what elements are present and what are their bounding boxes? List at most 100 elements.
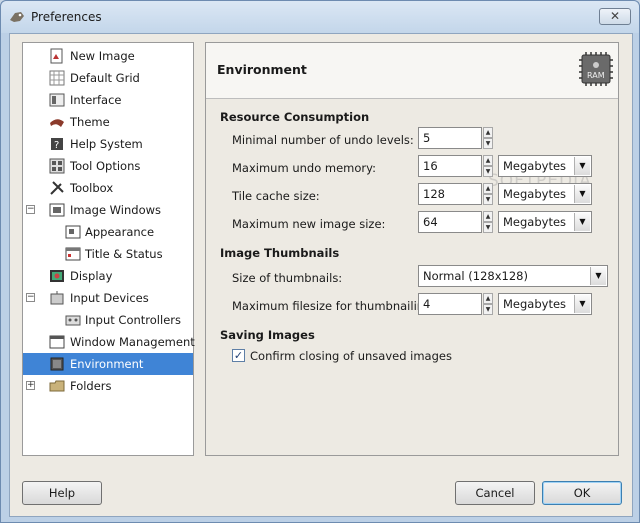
folders-icon xyxy=(49,380,65,392)
thumbnail-filesize-unit-select[interactable]: Megabytes ▼ xyxy=(498,293,592,315)
sidebar-item-new-image[interactable]: New Image xyxy=(23,45,193,67)
confirm-closing-label[interactable]: Confirm closing of unsaved images xyxy=(250,349,452,363)
sidebar-item-label: Environment xyxy=(70,357,144,371)
panel-header: Environment RAM xyxy=(206,43,618,99)
tile-cache-unit-select[interactable]: Megabytes ▼ xyxy=(498,183,592,205)
preferences-window: Preferences ✕ New Image Default Grid Int… xyxy=(0,0,640,523)
tile-cache-input[interactable]: 128 xyxy=(418,183,482,205)
thumbnail-size-label: Size of thumbnails: xyxy=(232,271,343,285)
confirm-closing-checkbox[interactable]: ✓ xyxy=(232,349,245,362)
toolbox-icon xyxy=(50,181,64,195)
sidebar-item-input-controllers[interactable]: Input Controllers xyxy=(23,309,193,331)
ram-chip-icon: RAM xyxy=(579,52,613,86)
undo-memory-input[interactable]: 16 xyxy=(418,155,482,177)
chevron-down-icon: ▼ xyxy=(590,267,606,285)
page-title: Environment xyxy=(217,62,307,77)
input-devices-icon xyxy=(50,291,64,305)
tile-cache-label: Tile cache size: xyxy=(232,189,320,203)
ok-button[interactable]: OK xyxy=(542,481,622,505)
sidebar-item-folders[interactable]: + Folders xyxy=(23,375,193,397)
sidebar-item-label: New Image xyxy=(70,49,135,63)
select-value: Megabytes xyxy=(503,159,567,173)
thumbnail-filesize-input[interactable]: 4 xyxy=(418,293,482,315)
new-image-size-input[interactable]: 64 xyxy=(418,211,482,233)
sidebar-item-interface[interactable]: Interface xyxy=(23,89,193,111)
sidebar-item-appearance[interactable]: Appearance xyxy=(23,221,193,243)
expand-toggle[interactable]: + xyxy=(26,381,35,390)
title-bar: Preferences ✕ xyxy=(1,1,639,33)
new-image-size-spinner[interactable]: 64 ▲ ▼ xyxy=(418,211,494,233)
undo-memory-unit-select[interactable]: Megabytes ▼ xyxy=(498,155,592,177)
increment-arrow-icon[interactable]: ▲ xyxy=(483,127,493,138)
thumbnail-filesize-label: Maximum filesize for thumbnailing: xyxy=(232,299,436,313)
image-windows-icon xyxy=(49,203,65,217)
chevron-down-icon: ▼ xyxy=(574,185,590,203)
theme-icon xyxy=(50,119,64,127)
chevron-down-icon: ▼ xyxy=(574,213,590,231)
undo-levels-input[interactable]: 5 xyxy=(418,127,482,149)
new-image-size-unit-select[interactable]: Megabytes ▼ xyxy=(498,211,592,233)
sidebar-item-label: Title & Status xyxy=(85,247,163,261)
sidebar-item-label: Tool Options xyxy=(70,159,141,173)
decrement-arrow-icon[interactable]: ▼ xyxy=(483,304,493,315)
sidebar-item-environment[interactable]: Environment xyxy=(23,353,193,375)
sidebar-item-label: Appearance xyxy=(85,225,155,239)
chevron-down-icon: ▼ xyxy=(574,157,590,175)
decrement-arrow-icon[interactable]: ▼ xyxy=(483,138,493,149)
tool-options-icon xyxy=(49,158,65,174)
collapse-toggle[interactable]: − xyxy=(26,293,35,302)
window-management-icon xyxy=(49,335,65,349)
increment-arrow-icon[interactable]: ▲ xyxy=(483,211,493,222)
sidebar-item-label: Display xyxy=(70,269,113,283)
input-controllers-icon xyxy=(65,315,81,326)
section-title: Image Thumbnails xyxy=(220,246,340,260)
increment-arrow-icon[interactable]: ▲ xyxy=(483,293,493,304)
sidebar-item-label: Interface xyxy=(70,93,122,107)
display-icon xyxy=(50,270,64,282)
sidebar-item-label: Default Grid xyxy=(70,71,140,85)
tile-cache-spinner[interactable]: 128 ▲ ▼ xyxy=(418,183,494,205)
new-image-icon xyxy=(50,48,63,64)
increment-arrow-icon[interactable]: ▲ xyxy=(483,155,493,166)
cancel-button[interactable]: Cancel xyxy=(455,481,535,505)
settings-panel: Environment RAM SOFTPEDIA Resource Consu… xyxy=(205,42,619,456)
select-value: Normal (128x128) xyxy=(423,269,528,283)
sidebar-item-window-management[interactable]: Window Management xyxy=(23,331,195,353)
appearance-icon xyxy=(65,225,81,239)
undo-memory-label: Maximum undo memory: xyxy=(232,161,376,175)
svg-text:RAM: RAM xyxy=(587,71,605,80)
collapse-toggle[interactable]: − xyxy=(26,205,35,214)
sidebar-item-label: Help System xyxy=(70,137,143,151)
sidebar-item-help-system[interactable]: ? Help System xyxy=(23,133,193,155)
section-title: Saving Images xyxy=(220,328,315,342)
undo-levels-label: Minimal number of undo levels: xyxy=(232,133,414,147)
help-button[interactable]: Help xyxy=(22,481,102,505)
sidebar-item-toolbox[interactable]: Toolbox xyxy=(23,177,193,199)
undo-levels-spinner[interactable]: 5 ▲ ▼ xyxy=(418,127,494,149)
thumbnail-size-select[interactable]: Normal (128x128) ▼ xyxy=(418,265,608,287)
section-title: Resource Consumption xyxy=(220,110,370,124)
decrement-arrow-icon[interactable]: ▼ xyxy=(483,222,493,233)
sidebar-item-label: Image Windows xyxy=(70,203,162,217)
sidebar-item-input-devices[interactable]: − Input Devices xyxy=(23,287,193,309)
decrement-arrow-icon[interactable]: ▼ xyxy=(483,194,493,205)
window-title: Preferences xyxy=(31,10,102,24)
sidebar-item-default-grid[interactable]: Default Grid xyxy=(23,67,193,89)
sidebar-item-display[interactable]: Display xyxy=(23,265,193,287)
undo-memory-spinner[interactable]: 16 ▲ ▼ xyxy=(418,155,494,177)
select-value: Megabytes xyxy=(503,187,567,201)
svg-text:?: ? xyxy=(54,140,59,151)
thumbnail-filesize-spinner[interactable]: 4 ▲ ▼ xyxy=(418,293,494,315)
sidebar-item-image-windows[interactable]: − Image Windows xyxy=(23,199,193,221)
sidebar-item-tool-options[interactable]: Tool Options xyxy=(23,155,193,177)
select-value: Megabytes xyxy=(503,215,567,229)
close-button[interactable]: ✕ xyxy=(599,8,631,25)
select-value: Megabytes xyxy=(503,297,567,311)
sidebar-item-title-status[interactable]: Title & Status xyxy=(23,243,193,265)
decrement-arrow-icon[interactable]: ▼ xyxy=(483,166,493,177)
sidebar-item-label: Theme xyxy=(70,115,110,129)
sidebar-item-theme[interactable]: Theme xyxy=(23,111,193,133)
interface-icon xyxy=(49,93,65,107)
increment-arrow-icon[interactable]: ▲ xyxy=(483,183,493,194)
sidebar-item-label: Folders xyxy=(70,379,112,393)
